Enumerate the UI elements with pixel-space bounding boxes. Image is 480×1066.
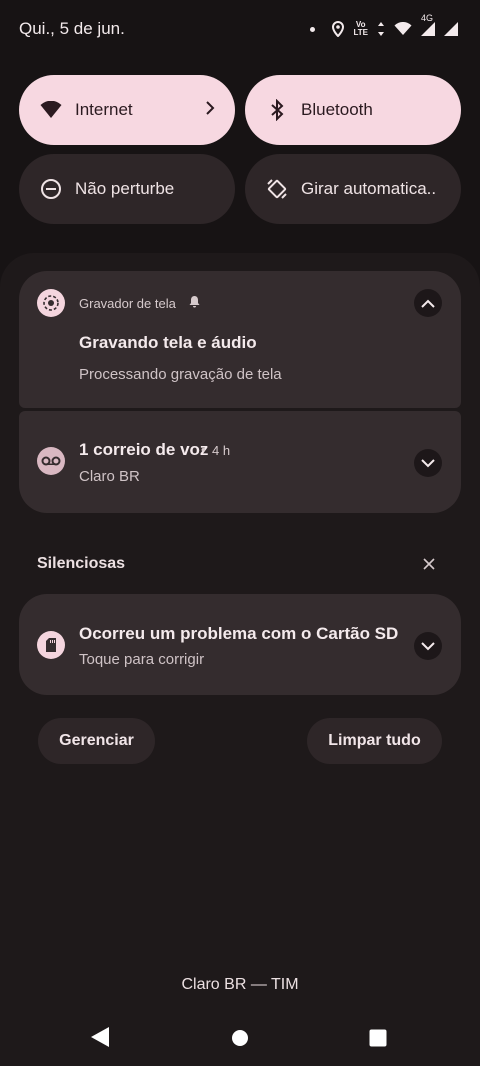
manage-button[interactable]: Gerenciar <box>38 718 155 764</box>
notification-body: Claro BR <box>79 468 140 485</box>
home-button[interactable] <box>231 1029 249 1052</box>
notification-sd-card[interactable]: Ocorreu um problema com o Cartão SD Toqu… <box>19 594 461 695</box>
tile-bluetooth[interactable]: Bluetooth <box>245 75 461 145</box>
status-bar: Qui., 5 de jun. Vo LTE 4G <box>0 0 480 58</box>
status-icons: Vo LTE 4G <box>310 13 458 37</box>
expand-button[interactable] <box>414 449 442 477</box>
time-separator: • <box>201 442 206 457</box>
status-date: Qui., 5 de jun. <box>19 19 125 38</box>
chevron-right-icon <box>205 100 215 120</box>
tile-do-not-disturb-label: Não perturbe <box>75 179 175 198</box>
notification-body: Toque para corrigir <box>79 651 205 668</box>
signal-strength-group: 4G <box>421 13 435 36</box>
notification-title: Ocorreu um problema com o Cartão SD <box>79 624 399 643</box>
location-icon <box>332 21 345 37</box>
notification-title: Gravando tela e áudio <box>79 333 257 352</box>
notification-title: 1 correio de voz <box>79 440 209 459</box>
do-not-disturb-icon <box>39 177 63 201</box>
chevron-down-icon <box>421 641 435 650</box>
tile-internet-label: Internet <box>75 100 133 119</box>
volte-icon: Vo LTE <box>353 21 368 37</box>
tile-auto-rotate-label: Girar automatica.. <box>301 179 437 198</box>
collapse-button[interactable] <box>414 289 442 317</box>
chevron-up-icon <box>421 299 435 308</box>
tile-bluetooth-label: Bluetooth <box>301 100 373 119</box>
tile-internet[interactable]: Internet <box>19 75 235 145</box>
expand-button[interactable] <box>414 632 442 660</box>
alert-bell-icon <box>188 295 201 313</box>
sd-card-icon <box>37 631 65 659</box>
data-arrows-icon <box>378 22 384 36</box>
wifi-icon <box>39 98 63 122</box>
volte-bottom-label: LTE <box>353 28 368 37</box>
close-icon <box>423 558 435 570</box>
signal-icon-2 <box>444 22 458 36</box>
wifi-icon <box>394 22 412 35</box>
chevron-down-icon <box>421 458 435 467</box>
tile-auto-rotate[interactable]: Girar automatica.. <box>245 154 461 224</box>
notification-voicemail[interactable]: 1 correio de voz • 4 h Claro BR <box>19 411 461 513</box>
notification-dot-icon <box>310 26 316 32</box>
carrier-label: Claro BR — TIM <box>181 976 299 993</box>
notification-time: 4 h <box>212 443 231 458</box>
bluetooth-icon <box>265 98 289 122</box>
voicemail-icon <box>37 447 65 475</box>
silent-section-header: Silenciosas <box>37 555 126 572</box>
screen-recorder-icon <box>37 289 65 317</box>
tile-do-not-disturb[interactable]: Não perturbe <box>19 154 235 224</box>
back-button[interactable] <box>90 1026 110 1053</box>
notification-screen-recorder[interactable]: Gravador de tela Gravando tela e áudio P… <box>19 271 461 408</box>
signal-icon <box>421 22 435 36</box>
home-icon <box>232 1030 248 1046</box>
notification-body: Processando gravação de tela <box>79 366 282 383</box>
recents-icon <box>369 1029 387 1047</box>
dismiss-silent-button[interactable] <box>418 553 440 575</box>
back-icon <box>91 1027 109 1047</box>
notification-app-name: Gravador de tela <box>79 296 176 311</box>
auto-rotate-icon <box>265 177 289 201</box>
network-type-label: 4G <box>421 13 434 23</box>
clear-all-button[interactable]: Limpar tudo <box>307 718 442 764</box>
recents-button[interactable] <box>369 1029 387 1052</box>
